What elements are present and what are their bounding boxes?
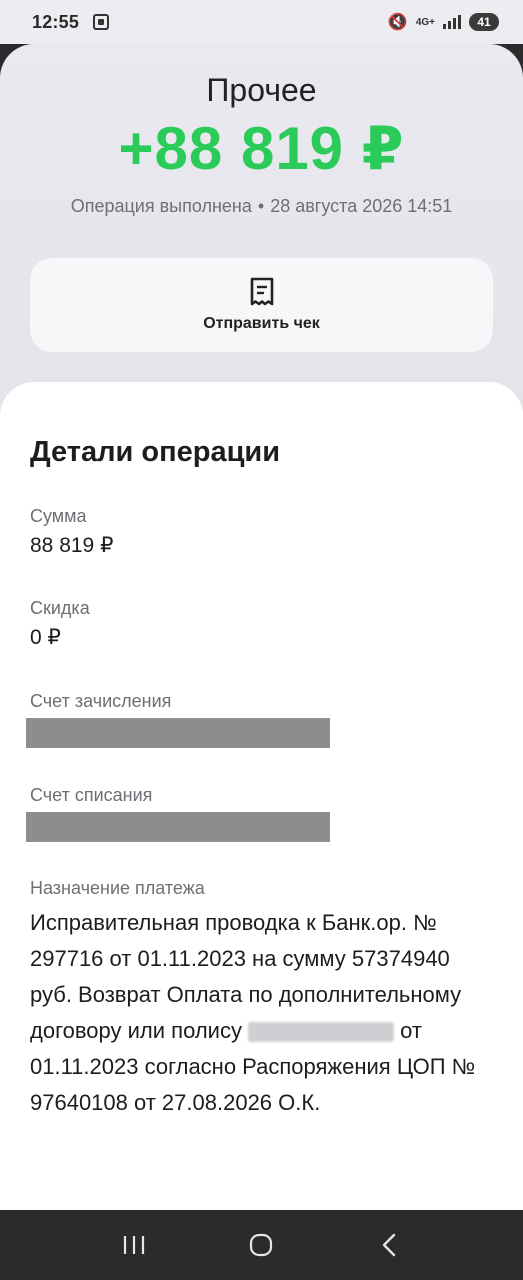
back-button[interactable] [369, 1225, 409, 1265]
credit-account-field: Счет зачисления [26, 691, 495, 748]
sum-field: Сумма 88 819 ₽ [30, 506, 495, 558]
home-button[interactable] [241, 1225, 281, 1265]
send-receipt-button[interactable]: Отправить чек [30, 258, 493, 352]
home-icon [250, 1233, 273, 1257]
operation-category: Прочее [206, 72, 317, 108]
receipt-icon [250, 277, 273, 306]
debit-account-label: Счет списания [30, 785, 153, 805]
recent-apps-icon [123, 1236, 144, 1254]
operation-amount: +88 819 ₽ [118, 115, 405, 182]
payment-purpose-value: Исправительная проводка к Банк.ор. № 297… [30, 905, 495, 1121]
system-nav-bar [0, 1210, 523, 1280]
status-time: 12:55 [32, 11, 80, 32]
operation-header: Прочее +88 819 ₽ Операция выполнена • 28 а… [0, 44, 523, 424]
sum-value: 88 819 ₽ [30, 534, 114, 557]
mute-icon: 🔇 [387, 14, 408, 31]
operation-details-sheet: Детали операции Сумма 88 819 ₽ Скидка 0 … [0, 382, 523, 1210]
recent-apps-button[interactable] [114, 1225, 154, 1265]
screenshot-icon [93, 14, 110, 30]
sum-label: Сумма [30, 506, 87, 526]
payment-purpose-label: Назначение платежа [30, 878, 205, 898]
details-title: Детали операции [30, 436, 281, 468]
debit-account-field: Счет списания [26, 785, 495, 842]
battery-indicator: 41 [469, 13, 499, 31]
payment-purpose-field: Назначение платежа Исправительная провод… [30, 878, 495, 1121]
debit-account-redacted [26, 812, 330, 842]
back-icon [382, 1233, 396, 1257]
operation-datetime: 28 августа 2026 14:51 [270, 196, 453, 216]
operation-status-line: Операция выполнена • 28 августа 2026 14:51 [0, 196, 523, 217]
discount-value: 0 ₽ [30, 626, 61, 649]
status-bar: 12:55 🔇 4G+ 41 [0, 0, 523, 44]
discount-label: Скидка [30, 598, 90, 618]
operation-status: Операция выполнена [70, 196, 252, 216]
credit-account-redacted [26, 718, 330, 748]
policy-number-redacted [248, 1022, 395, 1043]
network-type: 4G+ [415, 16, 435, 28]
status-icons: 🔇 4G+ 41 [388, 12, 499, 32]
discount-field: Скидка 0 ₽ [30, 598, 495, 650]
signal-icon [443, 15, 461, 29]
separator-dot: • [257, 196, 265, 216]
credit-account-label: Счет зачисления [30, 691, 172, 711]
send-receipt-label: Отправить чек [203, 315, 320, 332]
